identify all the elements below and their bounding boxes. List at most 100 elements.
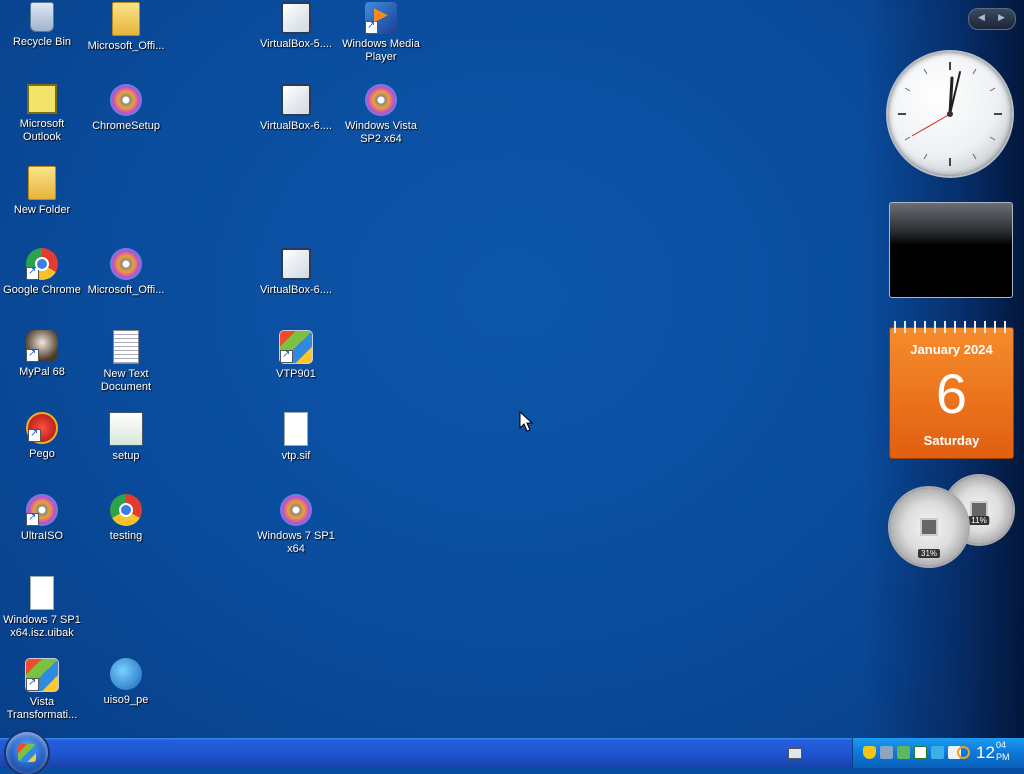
- security-shield-icon[interactable]: [863, 746, 876, 759]
- windows-logo-icon: [279, 330, 313, 364]
- windows-logo-icon: [18, 744, 36, 762]
- text-document-icon: [113, 330, 139, 364]
- clock-minute: 04: [996, 740, 1007, 750]
- icon-label: ChromeSetup: [92, 120, 160, 132]
- windows-logo-icon: [25, 658, 59, 692]
- shortcut-arrow-icon: [26, 265, 39, 280]
- battery-icon[interactable]: [914, 746, 927, 759]
- desktop-icon-pego[interactable]: Pego: [0, 412, 84, 461]
- recycle-bin-icon: [30, 2, 54, 32]
- desktop-icon-windows-vista-sp2[interactable]: Windows Vista SP2 x64: [339, 84, 423, 146]
- outlook-icon: [27, 84, 57, 114]
- icon-label: Pego: [29, 448, 55, 460]
- blank-file-icon: [30, 576, 54, 610]
- icon-label: New Folder: [13, 204, 71, 216]
- virtualbox-icon: [281, 2, 311, 34]
- keyboard-icon[interactable]: [788, 748, 802, 759]
- shortcut-arrow-icon: [26, 676, 39, 691]
- desktop-icon-chromesetup[interactable]: ChromeSetup: [84, 84, 168, 133]
- gadget-prev-button[interactable]: ◀: [978, 12, 985, 23]
- chrome-icon: [26, 248, 58, 280]
- taskbar: 12 04 PM: [0, 732, 1024, 774]
- icon-label: VirtualBox-6....: [260, 120, 332, 132]
- desktop-icon-uiso9-pe[interactable]: uiso9_pe: [84, 658, 168, 707]
- folder-icon: [112, 2, 140, 36]
- icon-label: testing: [109, 530, 143, 542]
- icon-label: VirtualBox-6....: [260, 284, 332, 296]
- icon-label: setup: [112, 450, 140, 462]
- display-icon[interactable]: [931, 746, 944, 759]
- icon-label: VirtualBox-5....: [260, 38, 332, 50]
- icon-label: uiso9_pe: [103, 694, 149, 706]
- desktop-icon-recycle-bin[interactable]: Recycle Bin: [0, 2, 84, 49]
- chrome-icon: [110, 494, 142, 526]
- desktop-icon-new-text-document[interactable]: New Text Document: [84, 330, 168, 394]
- pego-icon: [26, 412, 58, 444]
- icon-label: VTP901: [276, 368, 316, 380]
- desktop-icon-vtp901[interactable]: VTP901: [254, 330, 338, 381]
- setup-icon: [109, 412, 143, 446]
- icon-label: UltraISO: [20, 530, 64, 542]
- mypal-icon: [26, 330, 58, 362]
- clock-gadget[interactable]: [888, 52, 1012, 176]
- clock-face-icon: [898, 62, 1002, 166]
- network-icon[interactable]: [897, 746, 910, 759]
- desktop-icon-setup[interactable]: setup: [84, 412, 168, 463]
- desktop-icon-virtualbox-6-a[interactable]: VirtualBox-6....: [254, 84, 338, 133]
- clock-hour: 12: [976, 743, 995, 762]
- desktop-icon-vista-transformation[interactable]: Vista Transformati...: [0, 658, 84, 722]
- desktop-icon-virtualbox-6-b[interactable]: VirtualBox-6....: [254, 248, 338, 297]
- icon-label: Microsoft_Offi...: [87, 284, 165, 296]
- desktop-icon-vtp-sif[interactable]: vtp.sif: [254, 412, 338, 463]
- search-icon[interactable]: [957, 746, 970, 759]
- desktop-icon-new-folder[interactable]: New Folder: [0, 166, 84, 217]
- disc-image-icon: [110, 248, 142, 280]
- blank-file-icon: [284, 412, 308, 446]
- virtualbox-icon: [281, 84, 311, 116]
- globe-disc-icon: [110, 658, 142, 690]
- desktop-icon-google-chrome[interactable]: Google Chrome: [0, 248, 84, 297]
- desktop-icon-windows-7-isz-uibak[interactable]: Windows 7 SP1 x64.isz.uibak: [0, 576, 84, 640]
- icon-label: Windows 7 SP1 x64.isz.uibak: [3, 614, 81, 639]
- icon-label: Vista Transformati...: [6, 696, 78, 721]
- desktop-icon-windows-media-player[interactable]: Windows Media Player: [339, 2, 423, 64]
- icon-label: Windows 7 SP1 x64: [257, 530, 335, 555]
- calendar-weekday: Saturday: [923, 433, 980, 448]
- clock-ampm: PM: [996, 752, 1010, 762]
- disc-image-icon: [365, 84, 397, 116]
- calendar-month: January 2024: [910, 342, 993, 357]
- calendar-day: 6: [935, 362, 968, 425]
- desktop-icon-windows-7-sp1[interactable]: Windows 7 SP1 x64: [254, 494, 338, 556]
- shortcut-arrow-icon: [26, 511, 39, 526]
- folder-icon: [28, 166, 56, 200]
- shortcut-arrow-icon: [26, 347, 39, 362]
- gadget-next-button[interactable]: ▶: [998, 12, 1005, 23]
- desktop-icon-microsoft-outlook[interactable]: Microsoft Outlook: [0, 84, 84, 144]
- cpu-chip-icon: [920, 518, 938, 536]
- shortcut-arrow-icon: [365, 19, 378, 34]
- desktop-icon-microsoft-office-iso[interactable]: Microsoft_Offi...: [84, 248, 168, 297]
- desktop-icon-mypal-68[interactable]: MyPal 68: [0, 330, 84, 379]
- slideshow-gadget[interactable]: [889, 202, 1013, 298]
- virtualbox-icon: [281, 248, 311, 280]
- desktop-icon-microsoft-office-folder[interactable]: Microsoft_Offi...: [84, 2, 168, 53]
- cpu-meter-gadget[interactable]: 31%: [890, 488, 968, 566]
- windows-media-player-icon: [365, 2, 397, 34]
- icon-label: Google Chrome: [3, 284, 81, 296]
- icon-label: vtp.sif: [281, 450, 311, 462]
- desktop-icon-virtualbox-5[interactable]: VirtualBox-5....: [254, 2, 338, 51]
- gadget-navigation: ◀ ▶: [968, 8, 1016, 30]
- memory-percent: 11%: [968, 516, 990, 525]
- icon-label: New Text Document: [100, 368, 152, 393]
- icon-label: MyPal 68: [19, 366, 65, 378]
- desktop-icon-ultraiso[interactable]: UltraISO: [0, 494, 84, 543]
- desktop-icon-testing[interactable]: testing: [84, 494, 168, 543]
- disc-image-icon: [280, 494, 312, 526]
- icon-label: Windows Media Player: [342, 38, 420, 63]
- icon-label: Windows Vista SP2 x64: [345, 120, 417, 145]
- calendar-gadget[interactable]: January 2024 6 Saturday: [889, 321, 1014, 459]
- shortcut-arrow-icon: [280, 348, 293, 363]
- device-icon[interactable]: [880, 746, 893, 759]
- taskbar-clock[interactable]: 12 04 PM: [976, 740, 1010, 764]
- icon-label: Microsoft Outlook: [19, 118, 65, 143]
